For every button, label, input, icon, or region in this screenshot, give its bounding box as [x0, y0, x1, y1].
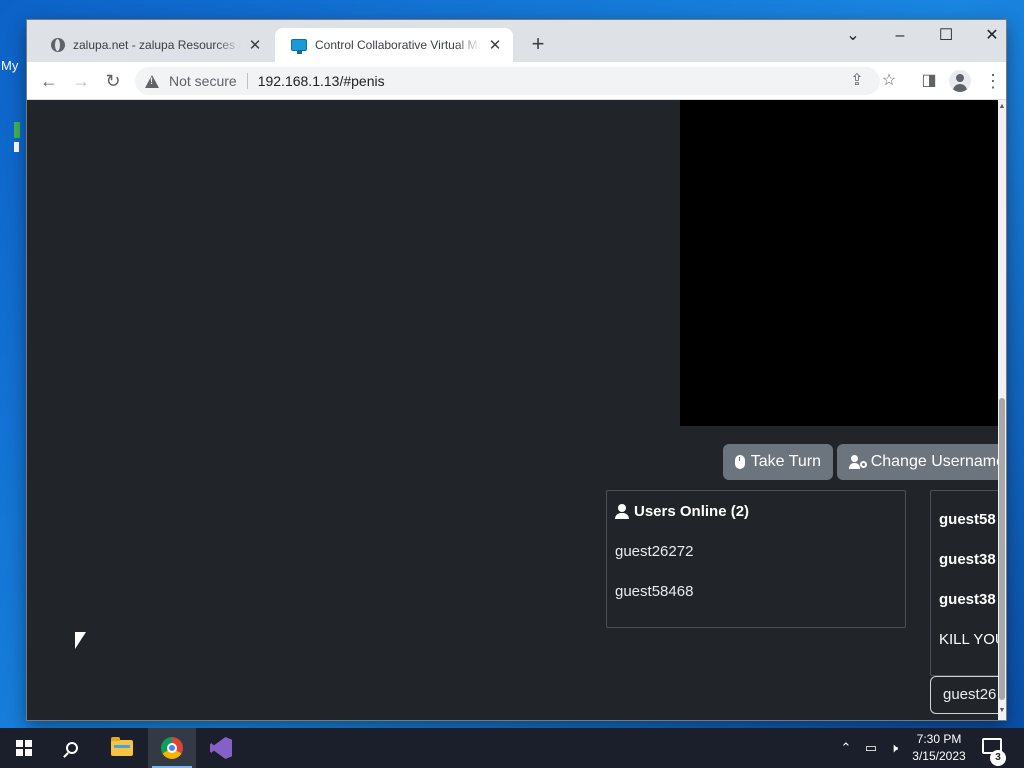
page-scrollbar[interactable]: ▲ ▼ — [998, 100, 1006, 720]
change-username-label: Change Username — [870, 453, 1005, 470]
profile-avatar[interactable] — [949, 70, 971, 92]
forward-icon[interactable]: → — [68, 68, 94, 94]
start-button[interactable] — [0, 728, 48, 768]
scroll-up-icon[interactable]: ▲ — [998, 102, 1006, 112]
desktop-icon-fragment-2[interactable] — [14, 142, 19, 152]
tray-chevron-icon[interactable]: ⌃ — [836, 728, 856, 768]
taskbar-chrome[interactable] — [148, 728, 196, 768]
close-tab-icon[interactable]: ✕ — [487, 36, 503, 54]
page-viewport: Take Turn Change Username Users Online (… — [27, 100, 1006, 720]
chat-message-text: KILL YOU — [939, 631, 1006, 648]
folder-icon — [111, 737, 133, 756]
minimize-button[interactable]: – — [885, 26, 915, 48]
visual-studio-icon — [210, 737, 232, 759]
tab-title: zalupa.net - zalupa Resources and Inform… — [73, 38, 241, 52]
mouse-icon — [735, 455, 745, 469]
tab-control-vm[interactable]: Control Collaborative Virtual Machine ✕ — [275, 28, 513, 62]
bookmark-star-icon[interactable]: ☆ — [877, 69, 901, 93]
taskbar-visual-studio[interactable] — [197, 728, 245, 768]
close-window-button[interactable]: ✕ — [977, 26, 1007, 48]
chrome-icon — [161, 737, 183, 759]
system-clock[interactable]: 7:30 PM 3/15/2023 — [906, 731, 972, 765]
globe-icon — [51, 38, 65, 52]
chat-panel: guest58 guest38 guest38 KILL YOU — [930, 490, 1006, 676]
browser-toolbar: ← → ↻ Not secure 192.168.1.13/#penis ⇪ ☆… — [27, 62, 1006, 100]
chat-message-username: guest38 — [939, 551, 996, 568]
security-label[interactable]: Not secure — [169, 73, 237, 89]
users-online-heading: Users Online (2) — [615, 503, 749, 520]
browser-window: zalupa.net - zalupa Resources and Inform… — [27, 20, 1006, 720]
user-list-item[interactable]: guest26272 — [615, 543, 693, 560]
tab-strip: zalupa.net - zalupa Resources and Inform… — [27, 20, 1006, 62]
desktop-icon-fragment[interactable] — [14, 122, 20, 138]
taskbar: ⌃ ▭ 🕨 7:30 PM 3/15/2023 3 — [0, 728, 1024, 768]
new-tab-button[interactable]: + — [527, 33, 549, 56]
vm-display[interactable] — [680, 100, 998, 426]
users-online-title: Users Online (2) — [634, 503, 750, 520]
warning-icon[interactable] — [145, 74, 159, 88]
address-bar[interactable]: Not secure 192.168.1.13/#penis — [135, 67, 880, 95]
tab-zalupa[interactable]: zalupa.net - zalupa Resources and Inform… — [35, 28, 273, 62]
scroll-thumb[interactable] — [999, 398, 1005, 700]
windows-logo-icon — [16, 740, 32, 756]
desktop-icon-label[interactable]: My — [1, 58, 18, 73]
user-cog-icon — [849, 455, 867, 469]
mouse-pointer-icon — [74, 631, 87, 650]
search-icon — [66, 742, 78, 754]
clock-time: 7:30 PM — [916, 732, 962, 746]
url-text[interactable]: 192.168.1.13/#penis — [258, 73, 385, 89]
user-list-item[interactable]: guest58468 — [615, 583, 693, 600]
maximize-button[interactable]: ☐ — [931, 26, 961, 48]
users-online-panel: Users Online (2) guest26272 guest58468 — [606, 490, 906, 628]
tab-title: Control Collaborative Virtual Machine — [315, 38, 481, 52]
volume-icon[interactable]: 🕨 — [884, 728, 904, 768]
chat-username-input[interactable]: guest26 — [930, 676, 1006, 714]
scroll-down-icon[interactable]: ▼ — [998, 706, 1006, 716]
taskbar-search-button[interactable] — [48, 728, 96, 768]
menu-kebab-icon[interactable]: ⋮ — [983, 70, 1003, 92]
side-panel-icon[interactable]: ◨ — [917, 69, 941, 93]
chat-message-username: guest38 — [939, 591, 996, 608]
back-icon[interactable]: ← — [36, 68, 62, 94]
change-username-button[interactable]: Change Username — [837, 444, 1006, 480]
taskbar-file-explorer[interactable] — [98, 728, 146, 768]
user-icon — [615, 504, 629, 519]
chat-message-username: guest58 — [939, 511, 996, 528]
reload-icon[interactable]: ↻ — [100, 68, 126, 94]
divider — [246, 73, 248, 89]
share-icon[interactable]: ⇪ — [845, 69, 869, 93]
notification-count-badge: 3 — [990, 750, 1006, 766]
take-turn-button[interactable]: Take Turn — [723, 444, 833, 480]
tab-search-icon[interactable]: ⌄ — [838, 26, 868, 48]
close-tab-icon[interactable]: ✕ — [247, 36, 263, 54]
network-icon[interactable]: ▭ — [860, 728, 882, 768]
take-turn-label: Take Turn — [750, 453, 821, 470]
monitor-icon — [291, 39, 307, 54]
clock-date: 3/15/2023 — [912, 749, 966, 763]
